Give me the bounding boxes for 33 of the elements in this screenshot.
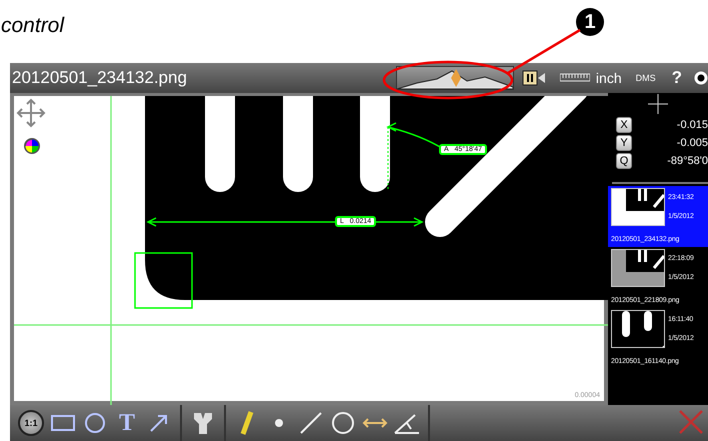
coordinate-value: -0.015 [676, 119, 708, 131]
section-heading: control [1, 14, 64, 38]
point-icon [274, 418, 284, 428]
image-thumbnail [611, 249, 665, 287]
crosshair-icon [648, 94, 668, 114]
coordinate-value: -89°58'0 [667, 155, 708, 167]
image-thumbnail [611, 188, 665, 226]
circle-points-icon [83, 411, 107, 435]
coordinate-value: -0.005 [676, 137, 708, 149]
circle-icon [331, 411, 355, 435]
callout-number: 1 [576, 8, 604, 36]
axis-button[interactable]: X [616, 117, 632, 133]
axis-button[interactable]: Q [616, 153, 632, 169]
arrow-icon [148, 412, 170, 434]
move-icon[interactable] [16, 98, 46, 128]
unit-label[interactable]: inch [596, 70, 622, 86]
zoom-button[interactable]: 1:1 [18, 410, 44, 436]
help-button[interactable]: ? [672, 68, 682, 88]
text-tool-button[interactable]: T [114, 409, 140, 437]
ruler-icon [239, 410, 255, 436]
circle-logo-icon[interactable] [694, 71, 708, 85]
color-wheel-icon[interactable] [24, 138, 40, 154]
image-thumbnail [611, 310, 665, 348]
circle-tool-button[interactable] [330, 409, 356, 437]
ruler-icon [560, 73, 590, 83]
rectangle-icon [50, 413, 76, 433]
axis-button[interactable]: Y [616, 135, 632, 151]
pause-video-icon[interactable] [522, 70, 546, 86]
angle-format-label[interactable]: DMS [636, 73, 656, 83]
line-icon [299, 411, 323, 435]
window-title: 20120501_234132.png [12, 68, 188, 88]
distance-icon [362, 416, 388, 430]
filter-icon [192, 411, 214, 435]
